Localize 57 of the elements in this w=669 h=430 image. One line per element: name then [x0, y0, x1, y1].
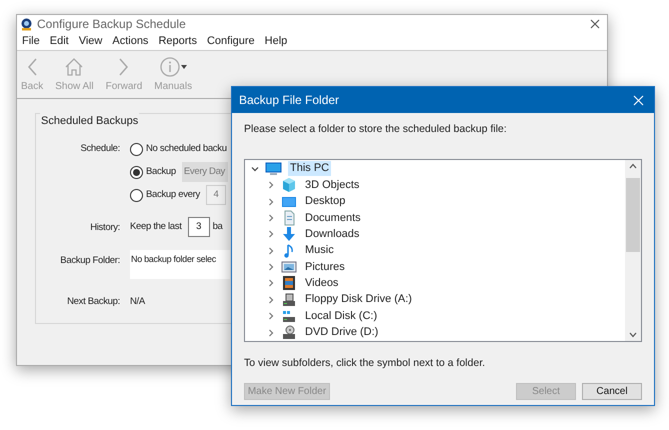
picture-frame-icon: [281, 259, 297, 276]
drive-icon: [281, 308, 297, 324]
folder-label: Backup Folder:: [60, 254, 120, 268]
radio-label[interactable]: No scheduled backu: [146, 142, 227, 156]
close-icon[interactable]: [590, 19, 600, 29]
folder-tree-item[interactable]: Floppy Disk Drive (A:): [303, 292, 414, 308]
group-title: Scheduled Backups: [40, 113, 140, 130]
scrollbar[interactable]: [625, 160, 641, 341]
app-logo-icon: [20, 18, 33, 30]
menu-item[interactable]: View: [78, 33, 102, 50]
folder-tree-item[interactable]: DVD Drive (D:): [303, 325, 380, 340]
film-icon: [281, 275, 297, 292]
folder-tree-item[interactable]: Videos: [303, 276, 340, 291]
computer-icon: [265, 162, 282, 176]
select-field[interactable]: 4: [206, 185, 226, 205]
scroll-up-icon[interactable]: [629, 162, 637, 169]
radio-button[interactable]: [130, 188, 143, 202]
folder-tree-item[interactable]: Desktop: [303, 194, 348, 210]
caret-icon: [181, 65, 188, 69]
menu-item[interactable]: Edit: [50, 33, 69, 50]
menu-item[interactable]: Configure: [206, 33, 255, 50]
info-icon: [159, 56, 182, 78]
schedule-label: Schedule:: [80, 142, 120, 156]
disc-drive-icon: [281, 324, 297, 341]
radio-button[interactable]: [130, 142, 143, 156]
folder-tree-item[interactable]: 3D Objects: [303, 178, 362, 193]
radio-button[interactable]: [130, 166, 143, 178]
folder-tree-item[interactable]: Pictures: [303, 260, 347, 275]
history-label: History:: [90, 221, 120, 235]
next-backup-label: Next Backup:: [67, 295, 120, 309]
radio-label[interactable]: Backup every: [146, 188, 200, 202]
chevron-down-icon[interactable]: [251, 164, 259, 173]
drive-icon: [281, 292, 297, 308]
folder-tree-item[interactable]: Documents: [303, 210, 363, 226]
scroll-thumb[interactable]: [626, 178, 640, 252]
cube-icon: [281, 177, 297, 194]
folder-tree-item[interactable]: Downloads: [303, 226, 362, 242]
dialog-hint: To view subfolders, click the symbol next to a folder.: [244, 356, 486, 371]
count-field[interactable]: 3: [188, 217, 210, 237]
menu-item[interactable]: Reports: [158, 33, 197, 50]
down-arrow-icon: [281, 226, 297, 242]
menu-item[interactable]: Actions: [112, 33, 148, 50]
dialog-button[interactable]: Cancel: [582, 382, 642, 400]
dialog-prompt: Please select a folder to store the scheduled backup file:: [244, 122, 508, 137]
history-suffix: ba: [212, 220, 223, 234]
window-title: Configure Backup Schedule: [37, 16, 186, 33]
history-text: Keep the last: [130, 220, 182, 234]
folder-tree-item[interactable]: Local Disk (C:): [303, 308, 380, 324]
radio-label[interactable]: Backup: [146, 164, 176, 180]
scroll-down-icon[interactable]: [629, 332, 637, 338]
folder-tree-item[interactable]: This PC: [288, 161, 332, 176]
dialog-title: Backup File Folder: [239, 92, 340, 109]
menu-item[interactable]: File: [22, 33, 40, 50]
folder-tree-item[interactable]: Music: [303, 243, 336, 258]
next-backup-value: N/A: [130, 295, 145, 309]
folder-field: No backup folder selec: [130, 250, 230, 279]
menu-item[interactable]: Help: [264, 33, 288, 50]
